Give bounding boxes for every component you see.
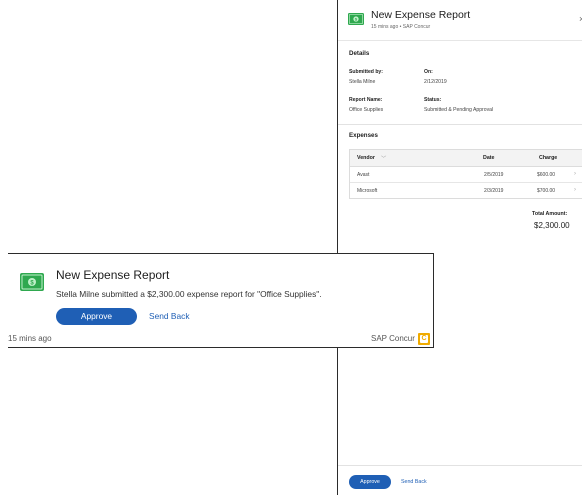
panel-subtitle: 15 mins ago • SAP Concur — [371, 24, 431, 30]
toast-title: New Expense Report — [56, 268, 170, 282]
report-name-label: Report Name: — [349, 97, 383, 103]
table-header: Vendor ﹀ Date Charge — [350, 150, 582, 167]
send-back-link[interactable]: Send Back — [401, 479, 427, 485]
money-bill-icon: $ — [20, 273, 44, 291]
toast-body: Stella Milne submitted a $2,300.00 expen… — [56, 289, 322, 299]
expense-notification-toast[interactable]: $ New Expense Report Stella Milne submit… — [8, 253, 434, 348]
toast-timestamp: 15 mins ago — [8, 334, 52, 343]
submitted-by-label: Submitted by: — [349, 69, 383, 75]
on-label: On: — [424, 69, 433, 75]
row-vendor: Microsoft — [357, 188, 378, 194]
row-charge: $700.00 — [537, 188, 556, 194]
expense-detail-panel: $ New Expense Report 15 mins ago • SAP C… — [337, 0, 582, 495]
status-label: Status: — [424, 97, 442, 103]
report-name-value: Office Supplies — [349, 107, 384, 113]
approve-button[interactable]: Approve — [349, 475, 391, 489]
chevron-down-icon[interactable]: ﹀ — [381, 154, 386, 162]
panel-footer: Approve Send Back — [338, 465, 582, 495]
column-date: Date — [483, 155, 495, 161]
details-heading: Details — [349, 50, 370, 57]
row-charge: $600.00 — [537, 172, 556, 178]
expenses-heading: Expenses — [349, 132, 378, 139]
row-date: 2/5/2019 — [484, 172, 504, 178]
column-charge: Charge — [539, 155, 558, 161]
chevron-right-icon: › — [574, 187, 576, 193]
panel-title: New Expense Report — [371, 9, 471, 21]
table-row[interactable]: Microsoft 2/3/2019 $700.00 › — [350, 183, 582, 199]
concur-logo-icon: C — [418, 333, 430, 345]
table-row[interactable]: Avast 2/5/2019 $600.00 › — [350, 167, 582, 183]
submitted-by-value: Stella Milne — [349, 79, 376, 85]
divider — [338, 124, 582, 125]
toast-source: SAP Concur — [371, 334, 415, 343]
approve-button[interactable]: Approve — [56, 308, 137, 325]
panel-header: $ New Expense Report 15 mins ago • SAP C… — [338, 0, 582, 41]
expenses-table: Vendor ﹀ Date Charge Avast 2/5/2019 $600… — [349, 149, 582, 199]
row-vendor: Avast — [357, 172, 370, 178]
column-vendor[interactable]: Vendor — [357, 155, 375, 161]
total-amount-label: Total Amount: — [532, 211, 568, 217]
money-bill-icon: $ — [348, 13, 364, 25]
status-value: Submitted & Pending Approval — [424, 107, 494, 113]
total-amount-value: $2,300.00 — [534, 221, 570, 230]
on-value: 2/12/2019 — [424, 79, 447, 85]
chevron-right-icon: › — [574, 171, 576, 177]
send-back-link[interactable]: Send Back — [149, 311, 190, 321]
row-date: 2/3/2019 — [484, 188, 504, 194]
